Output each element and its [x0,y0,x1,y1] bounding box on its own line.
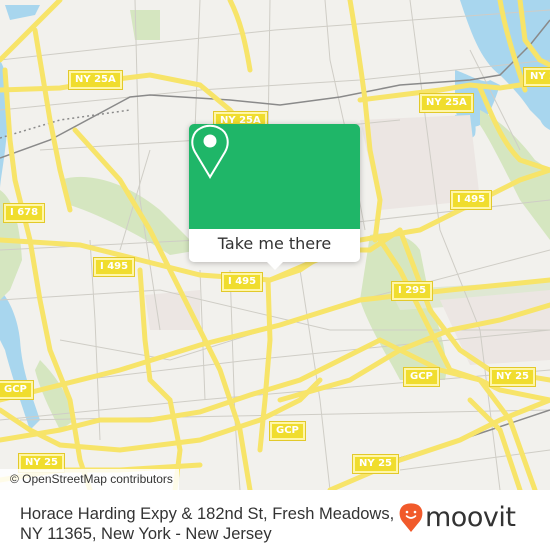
shield-i495-right: I 495 [449,190,493,210]
shield-ny25a-far-right: NY 25A [523,67,550,87]
take-me-there-button[interactable]: Take me there [189,229,360,262]
shield-i495-center: I 495 [220,272,264,292]
moovit-wordmark: moovit [425,502,516,533]
shield-gcp-right: GCP [403,367,440,387]
water-top-left [5,5,40,20]
shield-gcp-left: GCP [0,380,34,400]
popup-header [189,124,360,229]
shield-i678: I 678 [2,203,46,223]
moovit-pin-icon [399,503,423,532]
moovit-logo: moovit [399,502,516,533]
destination-popup: Take me there [189,124,360,270]
shield-ny25a-mid-right: NY 25A [419,93,474,113]
shield-i295: I 295 [390,281,434,301]
footer: Horace Harding Expy & 182nd St, Fresh Me… [0,490,550,550]
shield-ny25-bottom: NY 25 [351,454,400,474]
address-text: Horace Harding Expy & 182nd St, Fresh Me… [20,505,395,543]
popup-pointer [267,262,283,270]
shield-gcp-bottom: GCP [269,421,306,441]
shield-i495-left: I 495 [92,257,136,277]
shield-ny25-right: NY 25 [488,367,537,387]
shield-ny25a-left: NY 25A [68,70,123,90]
water-willow-lake [0,290,40,430]
park-top [130,10,160,40]
location-pin-icon [191,124,229,179]
map-view[interactable]: NY 25A NY 25A NY 25A NY 25A I 678 I 495 … [0,0,550,490]
map-attribution[interactable]: © OpenStreetMap contributors [0,469,179,490]
